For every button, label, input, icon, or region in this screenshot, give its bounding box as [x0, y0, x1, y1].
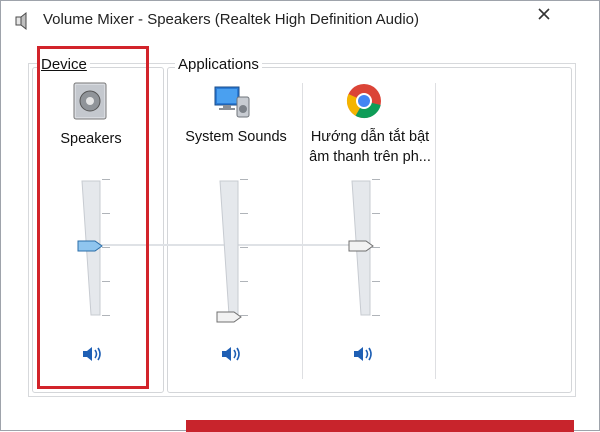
- volume-slider-track[interactable]: [219, 179, 239, 317]
- volume-icon: [15, 11, 27, 31]
- applications-group-label: Applications: [175, 56, 262, 73]
- app-name-system-sounds: System Sounds: [185, 129, 287, 145]
- device-highlight-box: [37, 46, 149, 389]
- mute-speaker-icon[interactable]: [220, 344, 244, 364]
- slider-tick: [372, 213, 380, 214]
- app-name-chrome-line2: âm thanh trên ph...: [309, 149, 431, 165]
- system-sounds-icon: [214, 86, 250, 118]
- app-name-chrome-line1: Hướng dẫn tắt bật: [310, 129, 430, 145]
- slider-tick: [372, 281, 380, 282]
- close-icon: [537, 8, 550, 20]
- slider-tick: [240, 179, 248, 180]
- slider-tick: [240, 247, 248, 248]
- slider-tick: [240, 281, 248, 282]
- title-bar[interactable]: Volume Mixer - Speakers (Realtek High De…: [1, 1, 599, 41]
- close-button[interactable]: [516, 1, 571, 27]
- window-title: Volume Mixer - Speakers (Realtek High De…: [43, 11, 420, 28]
- mute-speaker-icon[interactable]: [352, 344, 376, 364]
- slider-tick: [372, 179, 380, 180]
- volume-slider-thumb[interactable]: [348, 240, 374, 252]
- column-divider: [435, 83, 436, 379]
- bottom-red-band: [186, 420, 574, 432]
- volume-slider-thumb[interactable]: [216, 311, 242, 323]
- slider-tick: [240, 213, 248, 214]
- volume-mixer-window: Volume Mixer - Speakers (Realtek High De…: [0, 0, 600, 432]
- column-divider: [302, 83, 303, 379]
- chrome-icon: [346, 84, 381, 119]
- slider-tick: [372, 315, 380, 316]
